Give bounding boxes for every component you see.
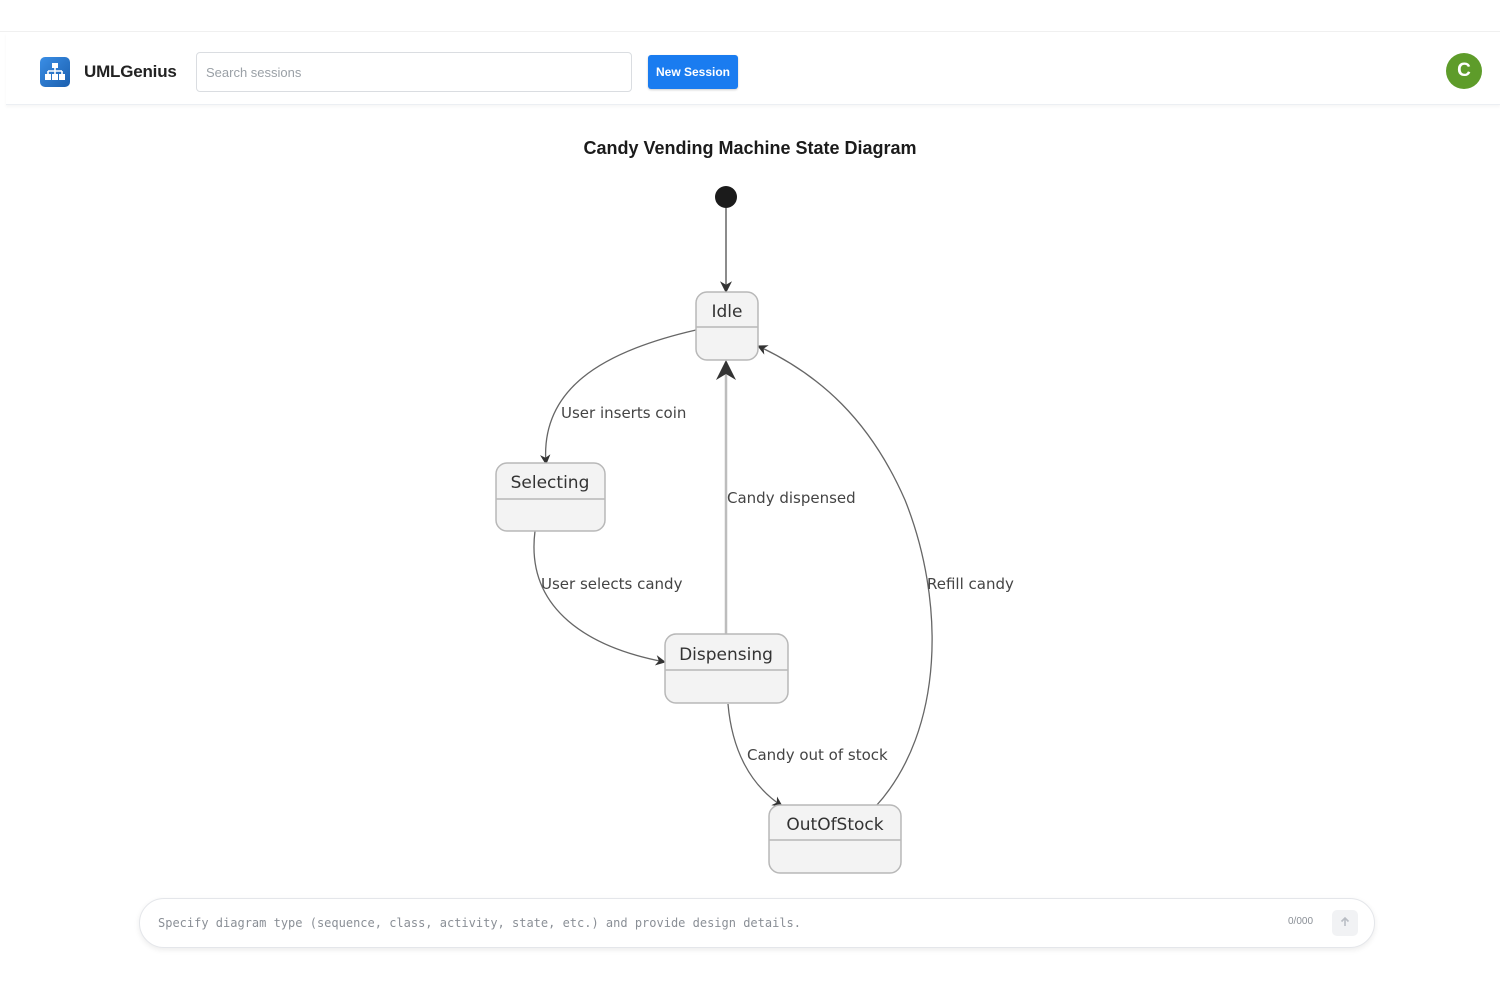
state-idle-label: Idle	[712, 302, 743, 322]
send-button[interactable]	[1332, 910, 1358, 936]
initial-state-node	[715, 186, 737, 208]
transition-label-refill-candy: Refill candy	[927, 575, 1014, 593]
transition-outofstock-idle	[757, 345, 933, 807]
prompt-composer: 0/000	[139, 898, 1375, 948]
state-selecting-label: Selecting	[511, 473, 590, 493]
state-dispensing-label: Dispensing	[679, 645, 773, 665]
char-counter: 0/000	[1288, 916, 1314, 927]
state-idle[interactable]: Idle	[695, 291, 759, 361]
state-selecting[interactable]: Selecting	[495, 462, 606, 532]
transition-selecting-dispensing	[533, 530, 667, 666]
send-arrow-icon	[1339, 916, 1351, 931]
transition-label-user-inserts-coin: User inserts coin	[561, 404, 686, 422]
prompt-input[interactable]	[158, 907, 1258, 939]
state-dispensing[interactable]: Dispensing	[664, 633, 789, 704]
state-outofstock[interactable]: OutOfStock	[768, 804, 902, 874]
state-outofstock-label: OutOfStock	[786, 815, 883, 835]
state-diagram: Idle Selecting Dispensing OutOfStock Use…	[495, 186, 1014, 874]
transition-label-user-selects-candy: User selects candy	[541, 575, 683, 593]
transition-label-candy-out-of-stock: Candy out of stock	[747, 746, 888, 764]
transition-idle-selecting	[540, 329, 697, 466]
transition-label-candy-dispensed: Candy dispensed	[727, 489, 856, 507]
